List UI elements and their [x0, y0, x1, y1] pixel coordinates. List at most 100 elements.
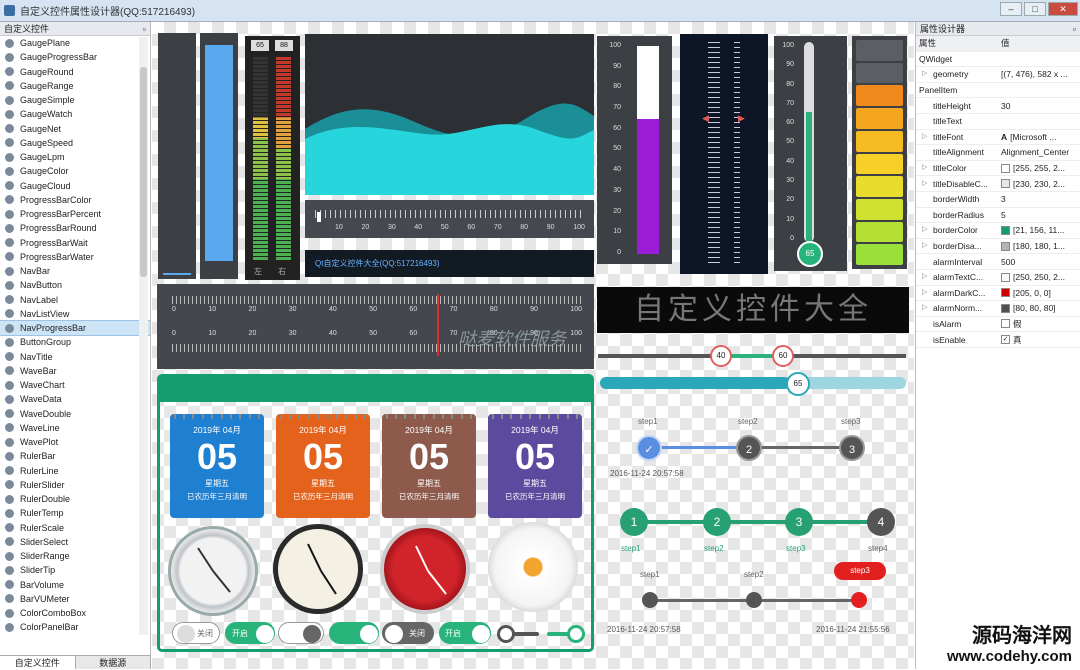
range-high-handle[interactable]: 60	[772, 345, 794, 367]
expand-arrow-icon[interactable]: ▷	[922, 225, 927, 233]
step-circle[interactable]: 2	[736, 435, 762, 461]
ruler-slider-handle[interactable]	[317, 212, 321, 222]
step-circle[interactable]: 4	[867, 508, 895, 536]
control-list-item[interactable]: WaveLine	[0, 421, 150, 435]
expand-arrow-icon[interactable]: ▷	[922, 163, 927, 171]
control-list-item[interactable]: WaveBar	[0, 364, 150, 378]
control-list-item[interactable]: GaugeProgressBar	[0, 50, 150, 64]
property-value[interactable]: 3	[998, 194, 1080, 204]
property-value[interactable]: [255, 255, 2...	[998, 163, 1080, 173]
property-value[interactable]: [80, 80, 80]	[998, 303, 1080, 313]
property-row[interactable]: borderRadius 5	[916, 208, 1080, 224]
control-list-item[interactable]: ButtonGroup	[0, 335, 150, 349]
lunar-calendar[interactable]: 2019年 04月 05 星期五 已农历年三月清明	[488, 414, 582, 518]
expand-arrow-icon[interactable]: ▷	[922, 272, 927, 280]
property-value[interactable]: A [Microsoft ...	[998, 132, 1080, 142]
control-list-item[interactable]: SliderTip	[0, 563, 150, 577]
control-list-item[interactable]: WaveDouble	[0, 407, 150, 421]
pin-icon[interactable]: ▫	[143, 22, 146, 36]
property-row[interactable]: ▷ geometry [(7, 476), 582 x ...	[916, 67, 1080, 83]
property-value[interactable]: [(7, 476), 582 x ...	[998, 69, 1080, 79]
control-list-item[interactable]: GaugeRound	[0, 65, 150, 79]
property-value[interactable]: [230, 230, 2...	[998, 179, 1080, 189]
list-scrollbar[interactable]	[139, 37, 148, 635]
control-list-item[interactable]: NavProgressBar	[0, 319, 150, 337]
property-value[interactable]: 假	[998, 318, 1080, 330]
control-list-item[interactable]: WaveChart	[0, 378, 150, 392]
expand-arrow-icon[interactable]: ▷	[922, 132, 927, 140]
lunar-calendar[interactable]: 2019年 04月 05 星期五 已农历年三月清明	[170, 414, 264, 518]
property-row[interactable]: ▷ borderDisa... [180, 180, 1...	[916, 239, 1080, 255]
control-list-item[interactable]: RulerSlider	[0, 478, 150, 492]
control-list-item[interactable]: RulerTemp	[0, 506, 150, 520]
property-row[interactable]: QWidget	[916, 52, 1080, 68]
property-row[interactable]: titleText	[916, 114, 1080, 130]
tab-datasource[interactable]: 数据源	[75, 656, 151, 669]
ruler-slider[interactable]: 10 20 30 40 50 60 70 80 90 100	[305, 200, 594, 238]
expand-arrow-icon[interactable]: ▷	[922, 179, 927, 187]
control-list-item[interactable]: RulerDouble	[0, 492, 150, 506]
control-list-item[interactable]: SliderRange	[0, 549, 150, 563]
checkbox[interactable]	[1001, 319, 1010, 329]
control-list-item[interactable]: GaugePlane	[0, 36, 150, 50]
control-list-item[interactable]: RulerBar	[0, 449, 150, 463]
step-circle[interactable]: 3	[785, 508, 813, 536]
control-list-item[interactable]: ProgressBarWait	[0, 236, 150, 250]
property-value[interactable]: [250, 250, 2...	[998, 272, 1080, 282]
property-row[interactable]: isEnable ✓ 真	[916, 332, 1080, 348]
expand-arrow-icon[interactable]: ▷	[922, 288, 927, 296]
tip-slider-handle[interactable]: 65	[786, 372, 810, 396]
property-row[interactable]: ▷ alarmTextC... [250, 250, 2...	[916, 270, 1080, 286]
property-row[interactable]: isAlarm 假	[916, 317, 1080, 333]
control-list-item[interactable]: BarVolume	[0, 578, 150, 592]
control-list-item[interactable]: GaugeColor	[0, 164, 150, 178]
switch-toggle[interactable]: 关闭	[172, 622, 220, 644]
property-value[interactable]: Alignment_Center	[998, 147, 1080, 157]
property-row[interactable]: borderWidth 3	[916, 192, 1080, 208]
control-list-item[interactable]: WaveData	[0, 392, 150, 406]
property-row[interactable]: ▷ titleDisableC... [230, 230, 2...	[916, 176, 1080, 192]
control-list-item[interactable]: ProgressBarPercent	[0, 207, 150, 221]
switch-toggle[interactable]: 开启	[439, 622, 491, 644]
expand-arrow-icon[interactable]: ▷	[922, 241, 927, 249]
switch-toggle[interactable]	[329, 622, 379, 644]
switch-toggle[interactable]: 开启	[225, 622, 275, 644]
control-list-item[interactable]: NavListView	[0, 307, 150, 321]
control-list-item[interactable]: GaugeRange	[0, 79, 150, 93]
property-value[interactable]: [205, 0, 0]	[998, 288, 1080, 298]
close-button[interactable]: ✕	[1048, 2, 1078, 16]
step-circle[interactable]: 1	[620, 508, 648, 536]
checkbox[interactable]: ✓	[1001, 335, 1010, 345]
tab-controls[interactable]: 自定义控件	[0, 656, 76, 669]
control-list-item[interactable]: GaugeCloud	[0, 179, 150, 193]
control-list-item[interactable]: ProgressBarWater	[0, 250, 150, 264]
property-value[interactable]: [180, 180, 1...	[998, 241, 1080, 251]
control-list-item[interactable]: RulerScale	[0, 521, 150, 535]
switch-toggle[interactable]: 关闭	[382, 622, 434, 644]
control-list-item[interactable]: SliderSelect	[0, 535, 150, 549]
property-row[interactable]: ▷ borderColor [21, 156, 11...	[916, 223, 1080, 239]
property-row[interactable]: ▷ alarmNorm... [80, 80, 80]	[916, 301, 1080, 317]
control-list-item[interactable]: BarVUMeter	[0, 592, 150, 606]
control-list-item[interactable]: ProgressBarRound	[0, 221, 150, 235]
lunar-calendar[interactable]: 2019年 04月 05 星期五 已农历年三月清明	[276, 414, 370, 518]
switch-toggle[interactable]	[546, 622, 586, 644]
step-circle[interactable]: 3	[839, 435, 865, 461]
slider-range[interactable]	[598, 354, 906, 358]
property-value[interactable]: [21, 156, 11...	[998, 225, 1080, 235]
property-value[interactable]: 500	[998, 257, 1080, 267]
step-dot[interactable]	[851, 592, 867, 608]
property-row[interactable]: ▷ titleFont A [Microsoft ...	[916, 130, 1080, 146]
control-list-item[interactable]: WavePlot	[0, 435, 150, 449]
range-low-handle[interactable]: 40	[710, 345, 732, 367]
property-value[interactable]: 30	[998, 101, 1080, 111]
expand-arrow-icon[interactable]: ▷	[922, 303, 927, 311]
control-list-item[interactable]: GaugeWatch	[0, 107, 150, 121]
property-row[interactable]: alarmInterval 500	[916, 254, 1080, 270]
slider-tip[interactable]	[600, 377, 906, 389]
control-list-item[interactable]: GaugeNet	[0, 122, 150, 136]
control-list-item[interactable]: NavBar	[0, 264, 150, 278]
switch-toggle[interactable]	[278, 622, 324, 644]
control-list-item[interactable]: NavLabel	[0, 293, 150, 307]
maximize-button[interactable]: □	[1024, 2, 1046, 16]
